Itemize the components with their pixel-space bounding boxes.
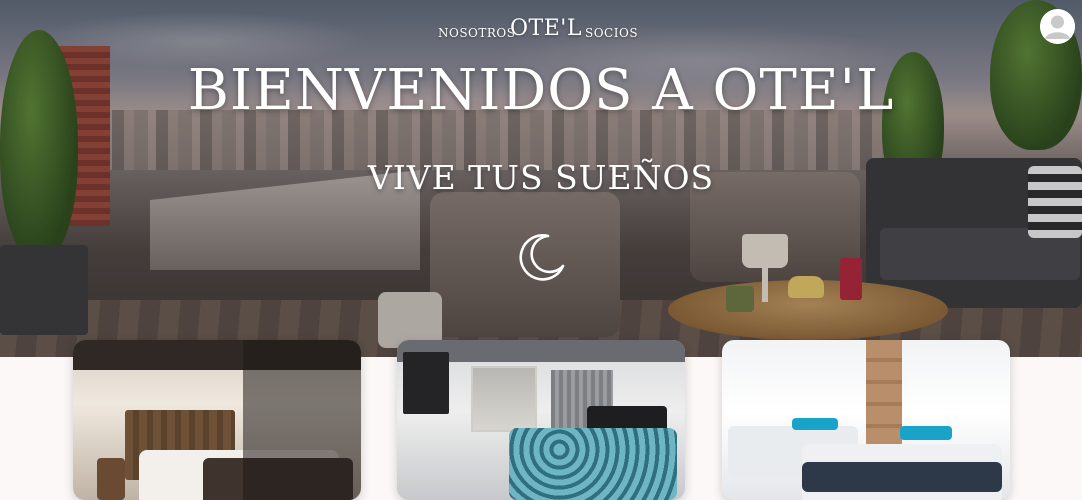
card3-shelf <box>866 340 902 450</box>
hero-subtitle: VIVE TUS SUEÑOS <box>367 158 715 197</box>
nav-link-nosotros[interactable]: NOSOTROS <box>438 26 516 40</box>
card2-bed <box>509 428 677 500</box>
card2-tv <box>403 352 449 414</box>
brand-logo[interactable]: OTE'L <box>510 16 582 41</box>
card3-pillow-right <box>900 426 952 440</box>
user-avatar-icon[interactable] <box>1040 9 1075 44</box>
moon-icon[interactable] <box>515 230 569 284</box>
moon-glyph <box>519 234 565 281</box>
room-card-1[interactable] <box>73 340 361 500</box>
card1-bunk-frame <box>243 340 361 500</box>
room-card-2[interactable] <box>397 340 685 500</box>
user-silhouette-icon <box>1040 9 1075 44</box>
nav-link-socios[interactable]: SOCIOS <box>585 26 638 40</box>
card1-stool <box>97 458 125 500</box>
room-card-3[interactable] <box>722 340 1010 500</box>
card2-wall-art <box>471 366 537 432</box>
card3-pillow-left <box>792 418 838 430</box>
card3-bed-base <box>802 462 1002 492</box>
hero-title: BIENVENIDOS A OTE'L <box>187 58 895 123</box>
top-nav: NOSOTROS OTE'L SOCIOS <box>0 14 1082 54</box>
